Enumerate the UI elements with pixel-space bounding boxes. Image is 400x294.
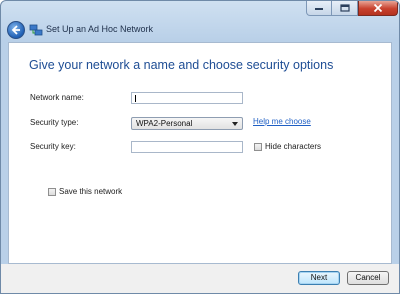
window-title: Set Up an Ad Hoc Network [46, 24, 154, 34]
hide-characters-checkbox[interactable] [254, 143, 262, 151]
close-button[interactable] [358, 1, 398, 16]
chevron-down-icon [232, 122, 238, 126]
security-key-input[interactable] [131, 141, 243, 153]
security-key-label: Security key: [30, 142, 76, 151]
hide-characters-label: Hide characters [265, 142, 322, 151]
security-type-select[interactable]: WPA2-Personal [131, 117, 243, 130]
network-icon [29, 24, 43, 36]
network-name-input[interactable] [131, 92, 243, 104]
network-name-label: Network name: [30, 93, 84, 102]
back-arrow-icon [11, 25, 20, 35]
minimize-icon [315, 8, 323, 10]
wizard-footer: Next Cancel [1, 264, 399, 293]
next-button[interactable]: Next [298, 271, 340, 285]
help-me-choose-link[interactable]: Help me choose [253, 117, 311, 126]
security-type-value: WPA2-Personal [136, 119, 193, 128]
wizard-content: Give your network a name and choose secu… [8, 42, 392, 264]
cancel-button[interactable]: Cancel [347, 271, 389, 285]
maximize-icon [339, 4, 350, 12]
close-icon [373, 3, 383, 13]
maximize-button[interactable] [332, 1, 358, 16]
save-network-label: Save this network [59, 187, 123, 196]
save-network-checkbox[interactable] [48, 188, 56, 196]
page-heading: Give your network a name and choose secu… [29, 58, 334, 72]
minimize-button[interactable] [306, 1, 332, 16]
text-caret [135, 95, 136, 102]
title-bar: Set Up an Ad Hoc Network [1, 1, 399, 41]
security-type-label: Security type: [30, 118, 79, 127]
back-button[interactable] [7, 21, 25, 39]
wizard-window: Set Up an Ad Hoc Network Give your netwo… [0, 0, 400, 294]
